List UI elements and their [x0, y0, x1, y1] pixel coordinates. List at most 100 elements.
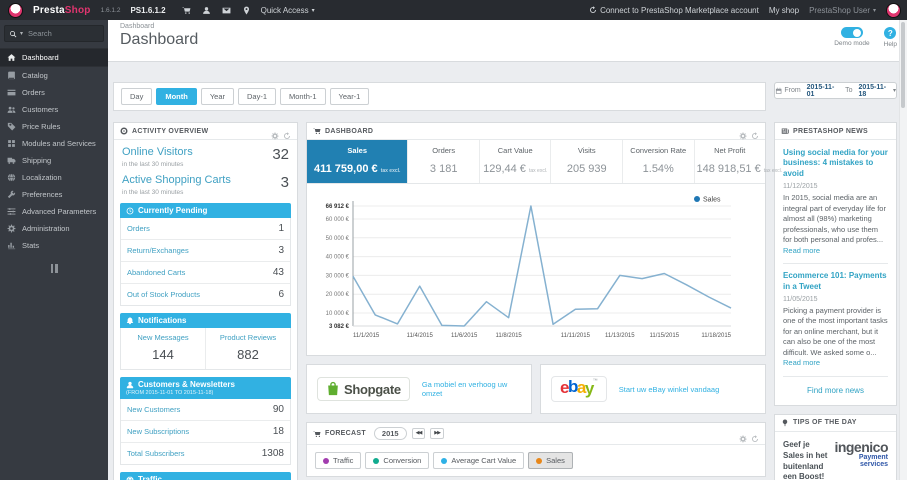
demo-mode-toggle[interactable] [840, 27, 863, 38]
user-icon [126, 381, 134, 388]
new-customers-link[interactable]: New Customers [127, 405, 180, 414]
out-of-stock-link[interactable]: Out of Stock Products [127, 290, 200, 299]
kpi-row: Sales 411 759,00 € tax excl. Orders 3 18… [307, 140, 782, 184]
help-icon[interactable]: ? [884, 27, 897, 39]
sales-dot-icon [536, 457, 543, 464]
ebay-ad-panel: ebay™ Start uw eBay winkel vandaag [540, 364, 766, 414]
activity-overview-panel: ACTIVITY OVERVIEW Online Visitors 32 in t… [113, 122, 298, 480]
returns-link[interactable]: Return/Exchanges [127, 246, 189, 255]
forecast-average-cart-value-button[interactable]: Average Cart Value [433, 452, 525, 469]
quick-access-menu[interactable]: Quick Access ▾ [261, 6, 315, 15]
pin-icon[interactable] [242, 6, 251, 15]
help-label: Help [883, 41, 897, 48]
news-article: Ecommerce 101: Payments in a Tweet 11/05… [783, 271, 888, 368]
customers-newsletters-header: Customers & Newsletters (FROM 2015-11-01… [120, 377, 291, 399]
find-more-news-link[interactable]: Find more news [783, 384, 888, 401]
panel-title: DASHBOARD [325, 127, 374, 135]
news-article-title[interactable]: Using social media for your business: 4 … [783, 148, 888, 179]
filter-day-button[interactable]: Day [121, 88, 153, 105]
clock-icon [126, 207, 134, 214]
refresh-icon [284, 132, 290, 139]
user-icon[interactable] [202, 6, 211, 15]
ps-version-label: PS1.6.1.2 [130, 5, 166, 15]
panel-refresh-button[interactable] [283, 127, 291, 139]
user-menu[interactable]: PrestaShop User ▾ [809, 6, 876, 15]
cart-icon[interactable] [182, 6, 191, 15]
kpi-tab-orders[interactable]: Orders 3 181 [407, 140, 479, 183]
filter-month-1-button[interactable]: Month-1 [280, 88, 326, 105]
active-carts-link[interactable]: Active Shopping Carts [122, 174, 231, 186]
collapse-menu-button[interactable] [48, 264, 60, 273]
new-messages-link[interactable]: New Messages [123, 333, 203, 342]
orders-link[interactable]: Orders [127, 224, 150, 233]
conversion-dot-icon [373, 457, 380, 464]
kpi-tab-sales[interactable]: Sales 411 759,00 € tax excl. [307, 140, 408, 183]
shopping-bag-icon [328, 381, 338, 396]
forecast-conversion-button[interactable]: Conversion [365, 452, 430, 469]
sidebar-item-preferences[interactable]: Preferences [0, 186, 108, 203]
sidebar-search[interactable]: ▾ [4, 25, 104, 42]
target-icon [120, 127, 128, 135]
topbar: PrestaShop 1.6.1.2 PS1.6.1.2 Quick Acces… [0, 0, 907, 20]
read-more-link[interactable]: Read more [783, 246, 820, 255]
panel-settings-button[interactable] [739, 127, 747, 140]
panel-settings-button[interactable] [739, 430, 747, 442]
previous-year-button[interactable]: ◀◀ [411, 428, 426, 439]
search-input[interactable] [26, 28, 91, 39]
panel-title: PRESTASHOP NEWS [793, 127, 869, 135]
next-year-button[interactable]: ▶▶ [430, 428, 444, 439]
ebay-link[interactable]: Start uw eBay winkel vandaag [619, 385, 719, 394]
forecast-traffic-button[interactable]: Traffic [315, 452, 362, 469]
scrollbar-thumb[interactable] [901, 22, 905, 108]
kpi-tab-net-profit[interactable]: Net Profit 148 918,51 € tax excl. [693, 140, 782, 183]
panel-title: TIPS OF THE DAY [793, 419, 857, 427]
news-article: Using social media for your business: 4 … [783, 148, 888, 255]
sidebar-item-shipping[interactable]: Shipping [0, 152, 108, 169]
mail-icon[interactable] [222, 6, 231, 15]
forecast-sales-button[interactable]: Sales [528, 452, 573, 469]
shopgate-ad-panel: Shopgate Ga mobiel en verhoog uw omzet [306, 364, 532, 414]
filter-month-button[interactable]: Month [156, 88, 197, 105]
my-shop-link[interactable]: My shop [769, 6, 799, 15]
sidebar-item-advanced-parameters[interactable]: Advanced Parameters [0, 203, 108, 220]
prestashop-admin: PrestaShop 1.6.1.2 PS1.6.1.2 Quick Acces… [0, 0, 907, 480]
sidebar-item-catalog[interactable]: Catalog [0, 67, 108, 84]
sidebar-item-price-rules[interactable]: Price Rules [0, 118, 108, 135]
online-visitors-link[interactable]: Online Visitors [122, 146, 193, 158]
sidebar-item-stats[interactable]: Stats [0, 237, 108, 254]
kpi-tab-conversion-rate[interactable]: Conversion Rate 1.54% [621, 140, 694, 183]
panel-settings-button[interactable] [271, 127, 279, 140]
new-subscriptions-link[interactable]: New Subscriptions [127, 427, 189, 436]
chevron-down-icon: ▾ [311, 7, 315, 14]
newspaper-icon [781, 128, 789, 134]
sidebar-item-localization[interactable]: Localization [0, 169, 108, 186]
sidebar-item-administration[interactable]: Administration [0, 220, 108, 237]
kpi-tab-visits[interactable]: Visits 205 939 [550, 140, 622, 183]
pending-row: Abandoned Carts 43 [121, 262, 290, 284]
news-article-title[interactable]: Ecommerce 101: Payments in a Tweet [783, 271, 888, 292]
panel-refresh-button[interactable] [751, 430, 759, 442]
brand-shop: Shop [64, 4, 91, 16]
shopgate-link[interactable]: Ga mobiel en verhoog uw omzet [422, 380, 521, 398]
sidebar-item-dashboard[interactable]: Dashboard [0, 48, 108, 67]
sidebar-item-modules[interactable]: Modules and Services [0, 135, 108, 152]
search-icon [10, 30, 17, 37]
filter-year-button[interactable]: Year [200, 88, 234, 105]
stats-icon [8, 242, 16, 250]
online-visitors-value: 32 [272, 146, 289, 163]
scrollbar[interactable] [899, 20, 907, 480]
avatar[interactable] [886, 2, 901, 18]
read-more-link[interactable]: Read more [783, 358, 820, 367]
kpi-tab-cart-value[interactable]: Cart Value 129,44 € tax excl. [478, 140, 551, 183]
sidebar-item-orders[interactable]: Orders [0, 84, 108, 101]
filter-day-1-button[interactable]: Day-1 [238, 88, 277, 105]
marketplace-link[interactable]: Connect to PrestaShop Marketplace accoun… [589, 6, 759, 15]
pending-row: Out of Stock Products 6 [127, 289, 284, 300]
filter-year-1-button[interactable]: Year-1 [329, 88, 370, 105]
total-subscribers-link[interactable]: Total Subscribers [127, 449, 185, 458]
panel-refresh-button[interactable] [751, 127, 759, 139]
product-reviews-link[interactable]: Product Reviews [208, 333, 288, 342]
date-range-picker[interactable]: From 2015-11-01 To 2015-11-18 ▾ [774, 82, 897, 99]
abandoned-carts-link[interactable]: Abandoned Carts [127, 268, 185, 277]
sidebar-item-customers[interactable]: Customers [0, 101, 108, 118]
